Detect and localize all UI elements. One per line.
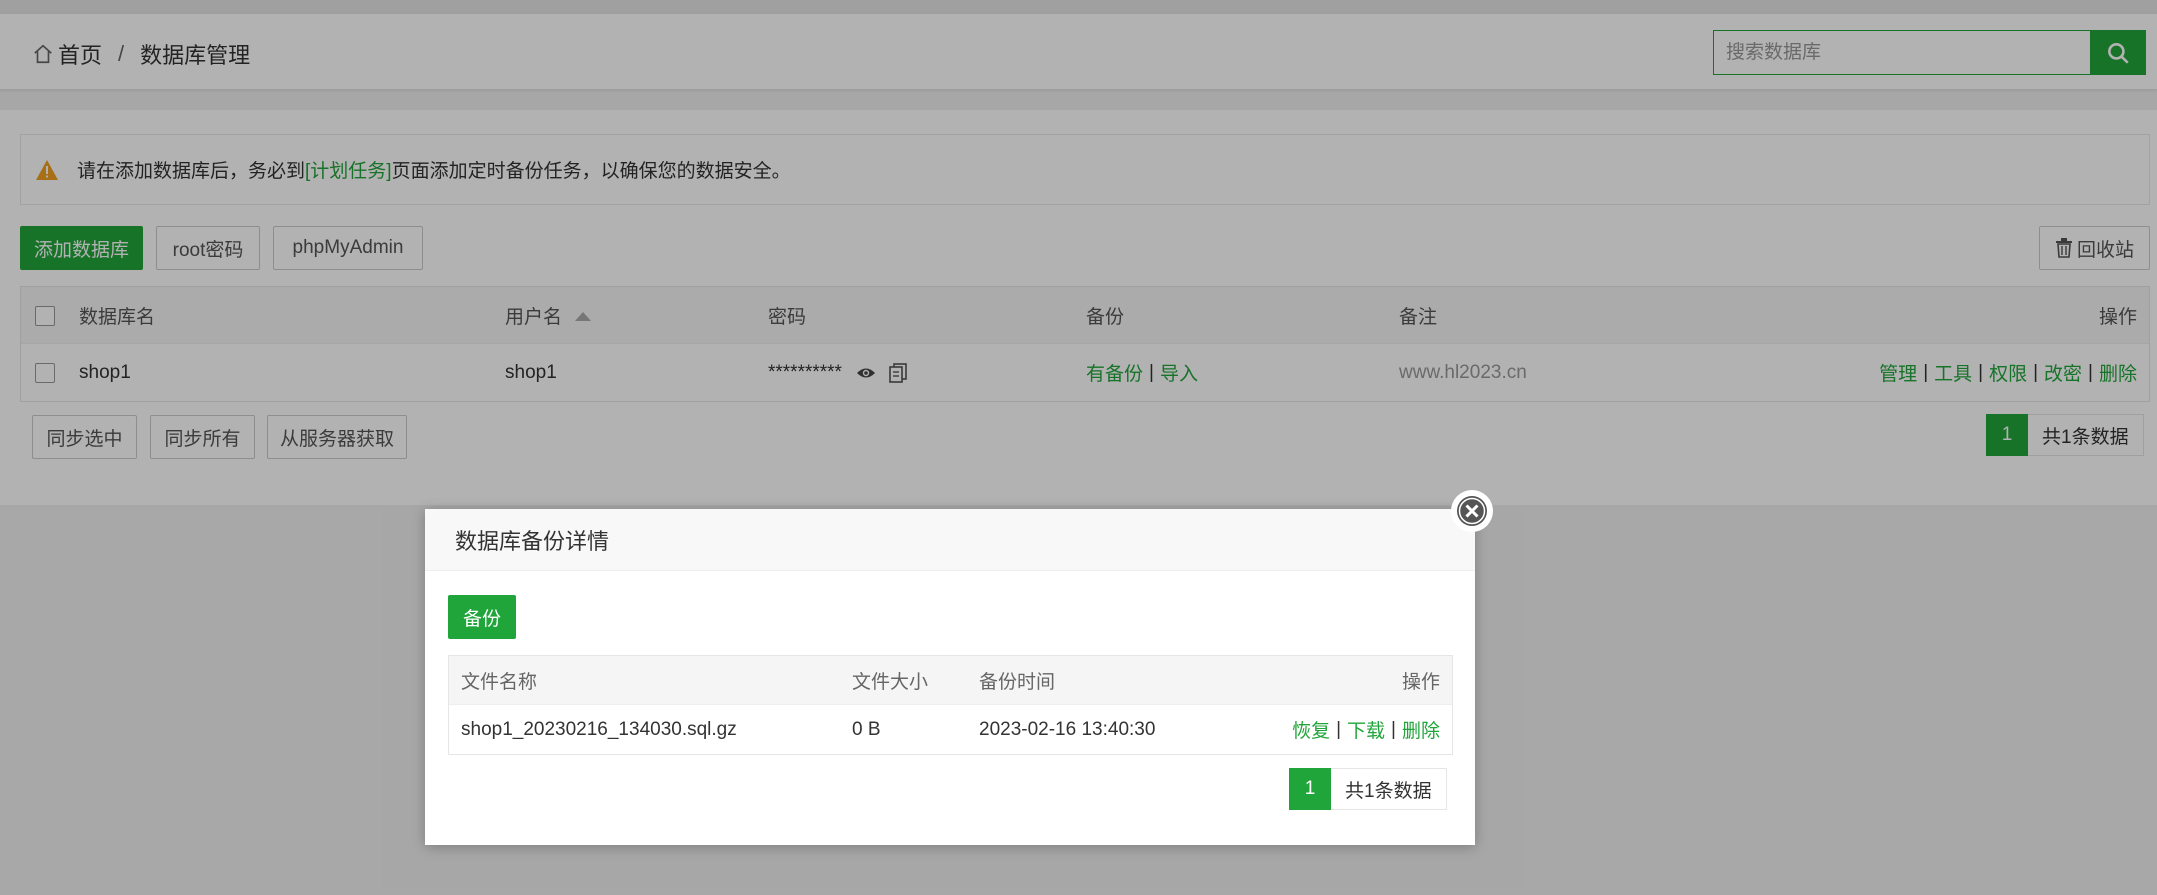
backup-table-header: 文件名称 文件大小 备份时间 操作 <box>449 656 1452 705</box>
header-backup-time: 备份时间 <box>979 672 1056 693</box>
modal-page-total: 共1条数据 <box>1331 768 1447 810</box>
download-link[interactable]: 下载 <box>1347 716 1385 743</box>
backup-button[interactable]: 备份 <box>448 595 516 639</box>
backup-filesize: 0 B <box>852 718 881 740</box>
header-backup-ops: 操作 <box>1401 672 1440 693</box>
header-filesize: 文件大小 <box>852 672 929 693</box>
modal-title: 数据库备份详情 <box>425 509 1475 571</box>
modal-close-button[interactable] <box>1451 490 1493 532</box>
backup-details-modal: 数据库备份详情 备份 文件名称 文件大小 备份时间 操作 shop1_20230… <box>425 509 1475 845</box>
backup-ops: 恢复 | 下载 | 删除 <box>1292 705 1440 754</box>
modal-pagination: 1 共1条数据 <box>1289 768 1447 810</box>
backup-delete-link[interactable]: 删除 <box>1402 716 1440 743</box>
restore-link[interactable]: 恢复 <box>1292 716 1330 743</box>
backup-table: 文件名称 文件大小 备份时间 操作 shop1_20230216_134030.… <box>448 655 1453 755</box>
close-icon <box>1457 496 1487 526</box>
backup-time: 2023-02-16 13:40:30 <box>979 718 1156 740</box>
backup-row: shop1_20230216_134030.sql.gz 0 B 2023-02… <box>449 705 1452 754</box>
modal-page-number[interactable]: 1 <box>1289 768 1331 810</box>
header-filename: 文件名称 <box>461 672 538 693</box>
backup-filename: shop1_20230216_134030.sql.gz <box>461 718 737 740</box>
